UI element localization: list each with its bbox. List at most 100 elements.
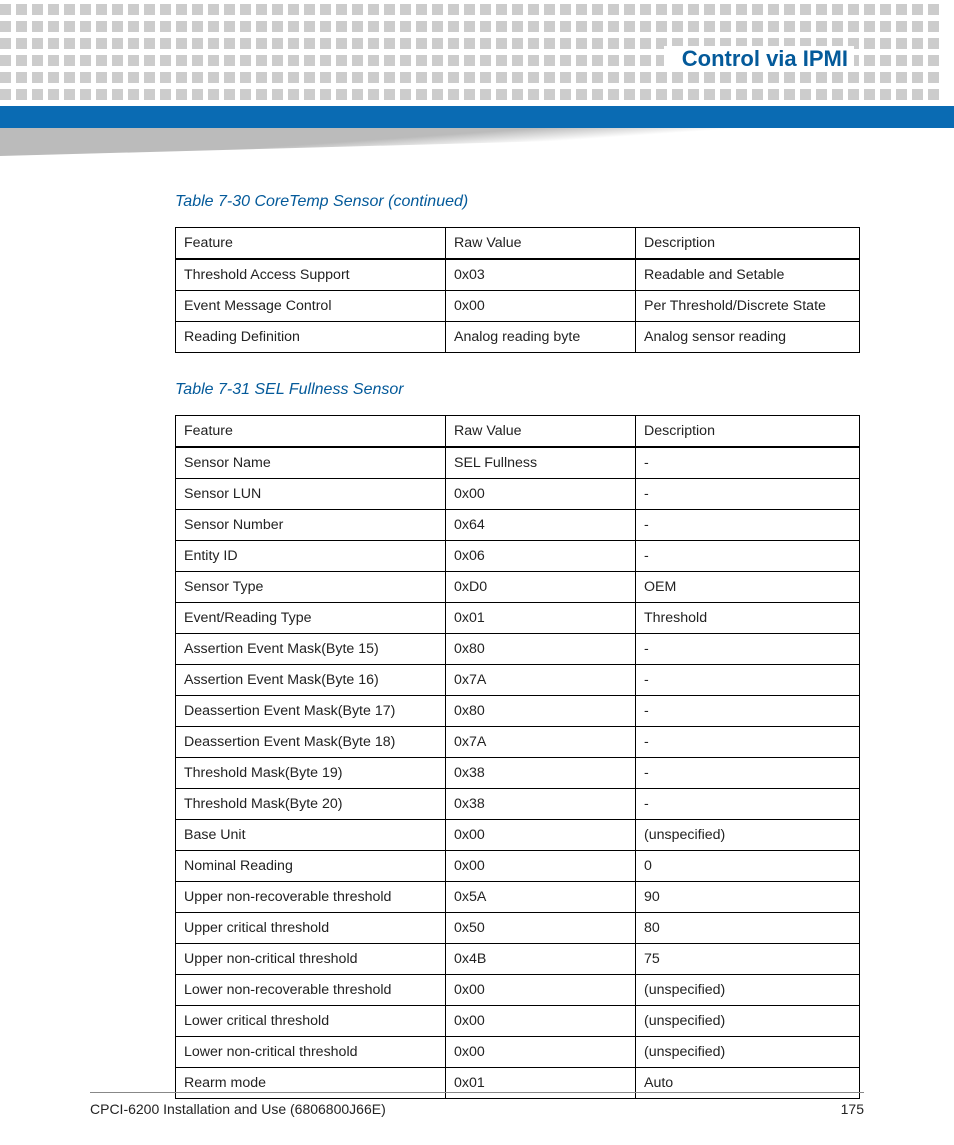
col-desc: Description: [636, 416, 860, 448]
col-raw: Raw Value: [446, 416, 636, 448]
col-feature: Feature: [176, 228, 446, 260]
cell-feature: Upper non-critical threshold: [176, 944, 446, 975]
cell-raw: 0x64: [446, 510, 636, 541]
header-blue-bar: [0, 106, 954, 128]
cell-desc: (unspecified): [636, 975, 860, 1006]
col-desc: Description: [636, 228, 860, 260]
cell-feature: Reading Definition: [176, 322, 446, 353]
table-row: Assertion Event Mask(Byte 15)0x80-: [176, 634, 860, 665]
cell-desc: Threshold: [636, 603, 860, 634]
cell-desc: (unspecified): [636, 1006, 860, 1037]
cell-raw: 0x03: [446, 259, 636, 291]
header-wedge: [0, 128, 954, 156]
table-row: Event Message Control0x00Per Threshold/D…: [176, 291, 860, 322]
table-row: Assertion Event Mask(Byte 16)0x7A-: [176, 665, 860, 696]
cell-feature: Lower critical threshold: [176, 1006, 446, 1037]
cell-feature: Entity ID: [176, 541, 446, 572]
cell-desc: -: [636, 541, 860, 572]
table-row: Sensor NameSEL Fullness-: [176, 447, 860, 479]
chapter-title: Control via IPMI: [664, 46, 854, 72]
cell-raw: 0x06: [446, 541, 636, 572]
page-footer: CPCI-6200 Installation and Use (6806800J…: [90, 1092, 864, 1117]
footer-doc-title: CPCI-6200 Installation and Use (6806800J…: [90, 1101, 386, 1117]
cell-raw: 0x00: [446, 1037, 636, 1068]
cell-feature: Event Message Control: [176, 291, 446, 322]
cell-desc: (unspecified): [636, 820, 860, 851]
cell-raw: 0x80: [446, 634, 636, 665]
cell-desc: (unspecified): [636, 1037, 860, 1068]
cell-desc: -: [636, 665, 860, 696]
col-feature: Feature: [176, 416, 446, 448]
cell-raw: 0x00: [446, 291, 636, 322]
cell-feature: Assertion Event Mask(Byte 15): [176, 634, 446, 665]
cell-desc: 0: [636, 851, 860, 882]
cell-raw: 0x00: [446, 975, 636, 1006]
cell-raw: 0x38: [446, 758, 636, 789]
cell-feature: Lower non-critical threshold: [176, 1037, 446, 1068]
cell-raw: Analog reading byte: [446, 322, 636, 353]
table-sel-fullness: Feature Raw Value Description Sensor Nam…: [175, 415, 860, 1099]
table-row: Threshold Mask(Byte 19)0x38-: [176, 758, 860, 789]
table2-caption: Table 7-31 SEL Fullness Sensor: [175, 381, 860, 399]
cell-desc: -: [636, 696, 860, 727]
cell-desc: -: [636, 447, 860, 479]
cell-desc: OEM: [636, 572, 860, 603]
table-row: Upper non-recoverable threshold0x5A90: [176, 882, 860, 913]
cell-feature: Threshold Mask(Byte 20): [176, 789, 446, 820]
table-row: Deassertion Event Mask(Byte 17)0x80-: [176, 696, 860, 727]
cell-desc: -: [636, 510, 860, 541]
cell-feature: Sensor Name: [176, 447, 446, 479]
cell-feature: Nominal Reading: [176, 851, 446, 882]
cell-raw: 0x50: [446, 913, 636, 944]
cell-feature: Assertion Event Mask(Byte 16): [176, 665, 446, 696]
cell-raw: 0x01: [446, 603, 636, 634]
cell-raw: 0x00: [446, 479, 636, 510]
table-row: Sensor Number0x64-: [176, 510, 860, 541]
table-header-row: Feature Raw Value Description: [176, 228, 860, 260]
table-row: Nominal Reading0x000: [176, 851, 860, 882]
cell-desc: Analog sensor reading: [636, 322, 860, 353]
cell-feature: Base Unit: [176, 820, 446, 851]
cell-feature: Deassertion Event Mask(Byte 18): [176, 727, 446, 758]
table-row: Base Unit0x00(unspecified): [176, 820, 860, 851]
table-row: Event/Reading Type0x01Threshold: [176, 603, 860, 634]
table-header-row: Feature Raw Value Description: [176, 416, 860, 448]
cell-desc: -: [636, 634, 860, 665]
table-row: Reading DefinitionAnalog reading byteAna…: [176, 322, 860, 353]
cell-feature: Sensor Number: [176, 510, 446, 541]
cell-desc: Readable and Setable: [636, 259, 860, 291]
cell-raw: 0x00: [446, 851, 636, 882]
table-row: Lower critical threshold0x00(unspecified…: [176, 1006, 860, 1037]
table-row: Sensor Type0xD0OEM: [176, 572, 860, 603]
table-row: Entity ID0x06-: [176, 541, 860, 572]
cell-desc: -: [636, 479, 860, 510]
cell-desc: 80: [636, 913, 860, 944]
cell-desc: 75: [636, 944, 860, 975]
col-raw: Raw Value: [446, 228, 636, 260]
cell-feature: Event/Reading Type: [176, 603, 446, 634]
cell-feature: Sensor Type: [176, 572, 446, 603]
cell-feature: Upper critical threshold: [176, 913, 446, 944]
footer-page-number: 175: [841, 1101, 864, 1117]
cell-raw: SEL Fullness: [446, 447, 636, 479]
cell-raw: 0x5A: [446, 882, 636, 913]
table-row: Lower non-recoverable threshold0x00(unsp…: [176, 975, 860, 1006]
cell-raw: 0x00: [446, 820, 636, 851]
table-row: Sensor LUN0x00-: [176, 479, 860, 510]
cell-feature: Upper non-recoverable threshold: [176, 882, 446, 913]
cell-desc: -: [636, 758, 860, 789]
cell-raw: 0x7A: [446, 727, 636, 758]
cell-feature: Lower non-recoverable threshold: [176, 975, 446, 1006]
table-coretemp: Feature Raw Value Description Threshold …: [175, 227, 860, 353]
cell-feature: Threshold Access Support: [176, 259, 446, 291]
cell-desc: -: [636, 789, 860, 820]
table-row: Threshold Access Support0x03Readable and…: [176, 259, 860, 291]
cell-raw: 0x38: [446, 789, 636, 820]
cell-raw: 0x80: [446, 696, 636, 727]
table-row: Threshold Mask(Byte 20)0x38-: [176, 789, 860, 820]
cell-feature: Threshold Mask(Byte 19): [176, 758, 446, 789]
cell-desc: -: [636, 727, 860, 758]
cell-raw: 0x4B: [446, 944, 636, 975]
cell-feature: Deassertion Event Mask(Byte 17): [176, 696, 446, 727]
cell-raw: 0xD0: [446, 572, 636, 603]
